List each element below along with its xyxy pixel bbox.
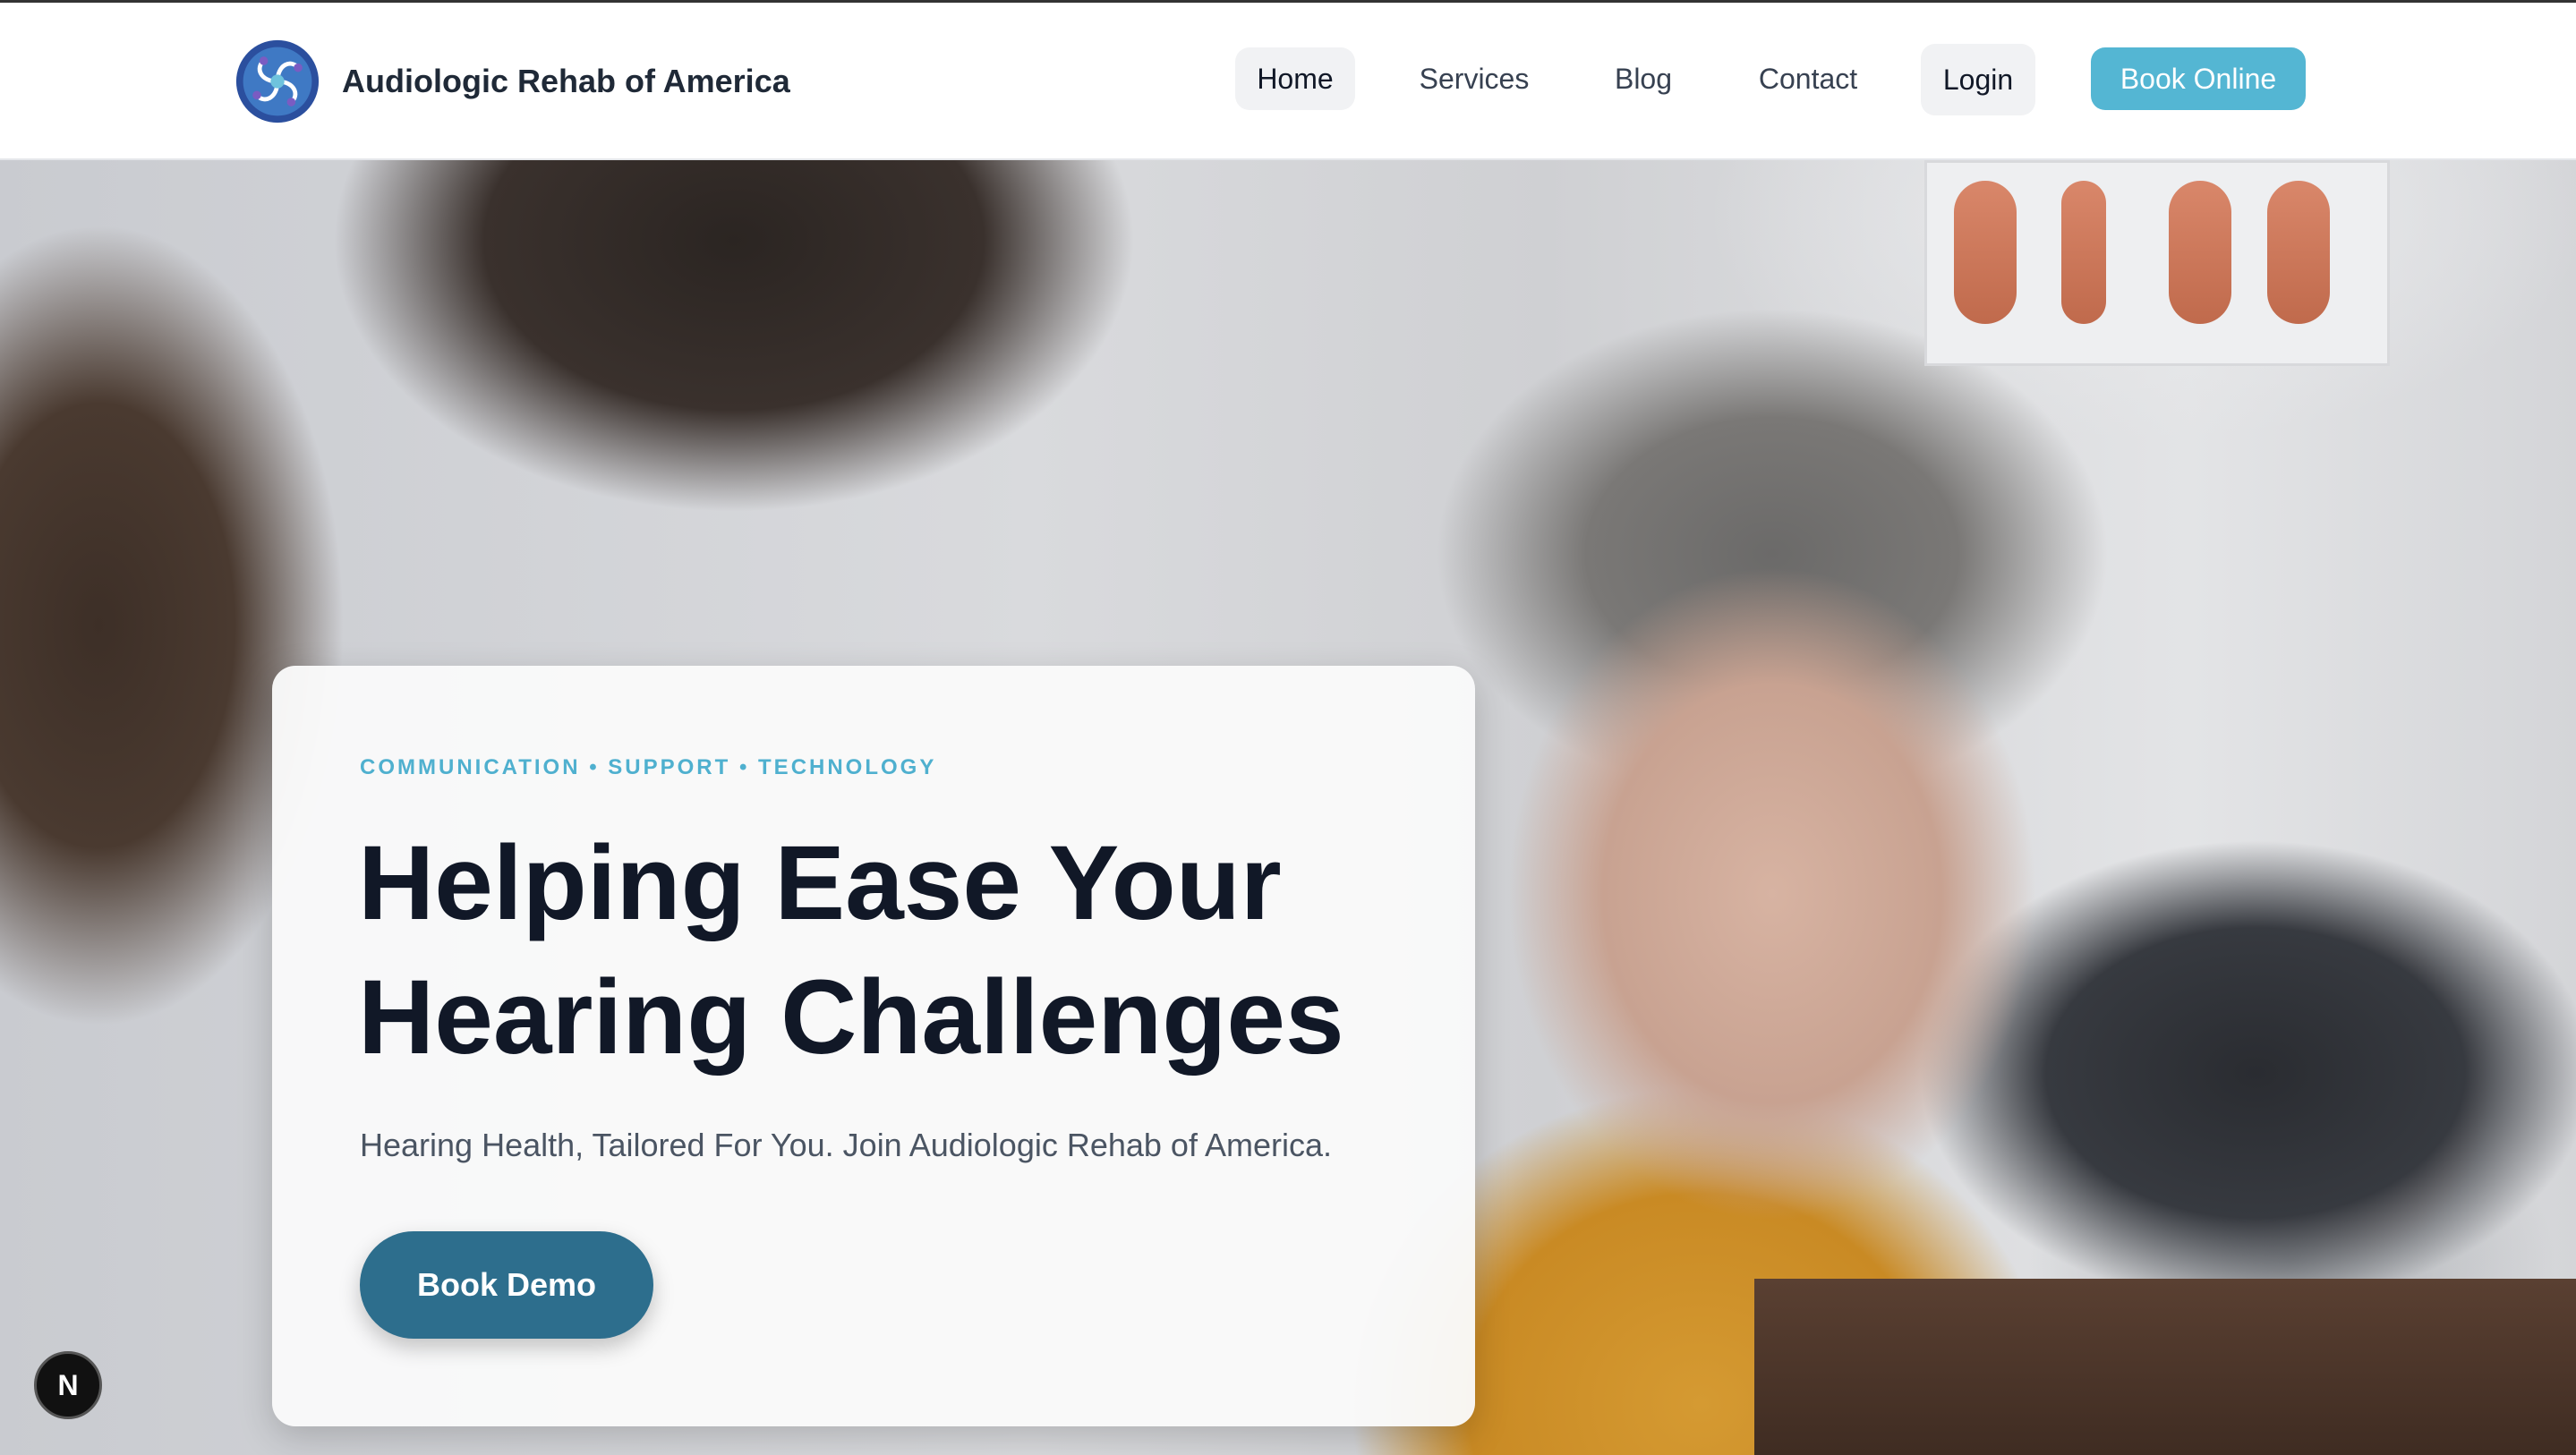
site-header: Audiologic Rehab of America Home Service… <box>0 3 2576 160</box>
nav-contact[interactable]: Contact <box>1740 47 1876 110</box>
nextjs-icon[interactable]: N <box>34 1351 102 1419</box>
hero-headline-line-1: Helping Ease Your <box>358 824 1282 942</box>
login-button[interactable]: Login <box>1921 44 2035 115</box>
nav-blog[interactable]: Blog <box>1602 47 1685 110</box>
main-nav: Home Services Blog Contact Login Book On… <box>0 44 2576 115</box>
hero-card: COMMUNICATION • SUPPORT • TECHNOLOGY Hel… <box>272 666 1475 1426</box>
ear-anatomy-poster <box>1924 160 2390 366</box>
desk-surface <box>1754 1279 2576 1455</box>
hero-subline: Hearing Health, Tailored For You. Join A… <box>360 1127 1332 1163</box>
hero-section: COMMUNICATION • SUPPORT • TECHNOLOGY Hel… <box>0 160 2576 1455</box>
hero-headline: Helping Ease Your Hearing Challenges <box>358 816 1414 1085</box>
book-demo-button[interactable]: Book Demo <box>360 1231 653 1339</box>
hero-headline-line-2: Hearing Challenges <box>358 958 1344 1076</box>
nav-home[interactable]: Home <box>1235 47 1355 110</box>
nav-services[interactable]: Services <box>1405 47 1543 110</box>
book-online-button[interactable]: Book Online <box>2091 47 2306 110</box>
hero-eyebrow: COMMUNICATION • SUPPORT • TECHNOLOGY <box>360 755 937 779</box>
